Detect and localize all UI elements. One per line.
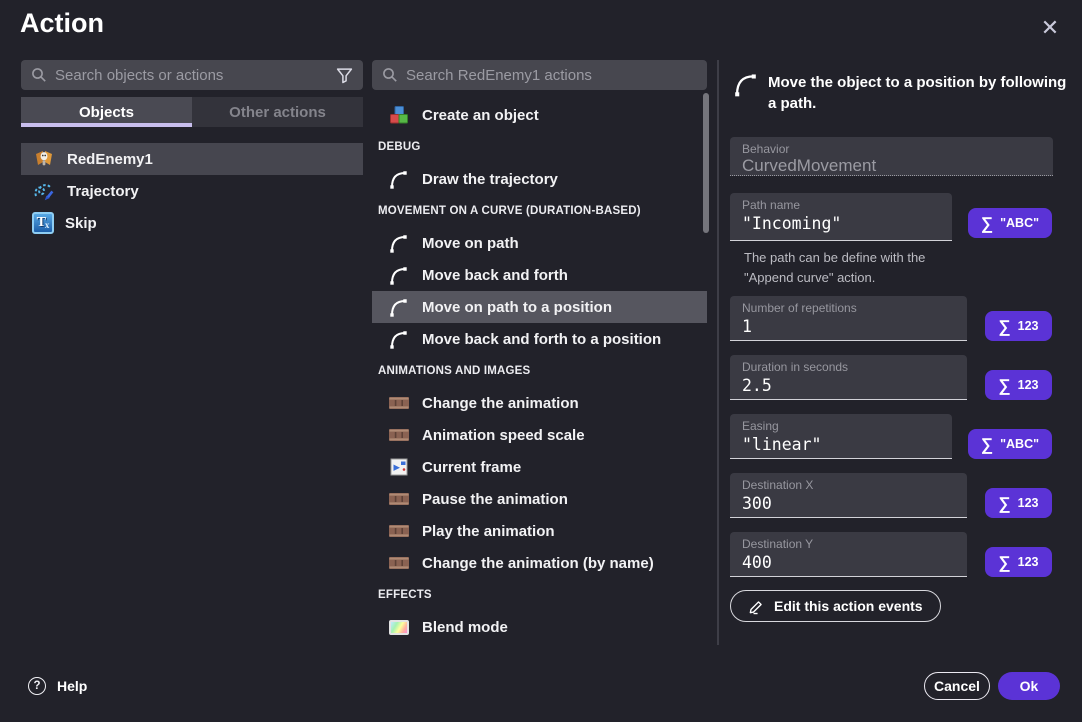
frame-icon: [388, 456, 410, 478]
search-icon: [382, 67, 398, 83]
red-enemy-icon: [32, 147, 56, 171]
filter-icon[interactable]: [336, 67, 353, 84]
edit-action-events-button[interactable]: Edit this action events: [730, 590, 941, 622]
sigma-icon: ∑: [999, 495, 1011, 512]
text-object-icon: Tx: [32, 212, 54, 234]
expression-editor-button-path-name[interactable]: ∑ "ABC": [968, 208, 1052, 238]
sigma-icon: ∑: [999, 554, 1011, 571]
repetitions-value[interactable]: 1: [742, 317, 955, 336]
actions-search-input[interactable]: [406, 67, 697, 84]
action-category-header: MOVEMENT ON A CURVE (DURATION-BASED): [372, 195, 707, 227]
curve-icon: [388, 232, 410, 254]
trajectory-icon: [32, 179, 56, 203]
action-item-current-frame[interactable]: Current frame: [372, 451, 707, 483]
path-name-value[interactable]: "Incoming": [742, 214, 940, 233]
action-detail-panel: Move the object to a position by followi…: [730, 60, 1053, 645]
action-list: Create an object DEBUG Draw the trajecto…: [372, 99, 707, 643]
object-label: RedEnemy1: [67, 151, 153, 168]
object-row-redenemy1[interactable]: RedEnemy1: [21, 143, 363, 175]
search-icon: [31, 67, 47, 83]
action-item-play-animation[interactable]: Play the animation: [372, 515, 707, 547]
curve-icon: [732, 70, 760, 98]
film-icon: [388, 520, 410, 542]
object-label: Trajectory: [67, 183, 139, 200]
sigma-icon: ∑: [981, 215, 993, 232]
film-icon: [388, 488, 410, 510]
object-list: RedEnemy1 Trajectory Tx Skip: [21, 143, 363, 239]
action-item-blend-mode[interactable]: Blend mode: [372, 611, 707, 643]
action-list-scrollbar[interactable]: [703, 93, 709, 233]
actions-search-box: [372, 60, 707, 90]
action-category-header: ANIMATIONS AND IMAGES: [372, 355, 707, 387]
action-item-pause-animation[interactable]: Pause the animation: [372, 483, 707, 515]
expression-editor-button-easing[interactable]: ∑ "ABC": [968, 429, 1052, 459]
curve-icon: [388, 168, 410, 190]
panel-divider: [717, 60, 719, 645]
active-tab-underline: [21, 123, 192, 127]
behavior-field: Behavior CurvedMovement: [730, 137, 1053, 176]
objects-search-box: [21, 60, 363, 90]
action-item-change-animation-by-name[interactable]: Change the animation (by name): [372, 547, 707, 579]
action-category-header: EFFECTS: [372, 579, 707, 611]
close-icon[interactable]: ✕: [1036, 14, 1064, 42]
action-item-move-on-path-to-position[interactable]: Move on path to a position: [372, 291, 707, 323]
ok-button[interactable]: Ok: [998, 672, 1060, 700]
duration-field[interactable]: Duration in seconds 2.5: [730, 355, 967, 400]
sigma-icon: ∑: [981, 436, 993, 453]
action-item-move-back-and-forth-to-position[interactable]: Move back and forth to a position: [372, 323, 707, 355]
film-icon: [388, 392, 410, 414]
action-item-move-back-and-forth[interactable]: Move back and forth: [372, 259, 707, 291]
film-icon: [388, 552, 410, 574]
destination-y-field[interactable]: Destination Y 400: [730, 532, 967, 577]
page-title: Action: [20, 8, 104, 39]
action-category-header: DEBUG: [372, 131, 707, 163]
objects-search-input[interactable]: [55, 67, 328, 84]
behavior-value: CurvedMovement: [742, 156, 1041, 176]
destination-x-value[interactable]: 300: [742, 494, 955, 513]
curve-icon: [388, 296, 410, 318]
object-label: Skip: [65, 215, 97, 232]
action-item-move-on-path[interactable]: Move on path: [372, 227, 707, 259]
destination-y-value[interactable]: 400: [742, 553, 955, 572]
create-object-icon: [388, 104, 410, 126]
path-name-field[interactable]: Path name "Incoming": [730, 193, 952, 241]
tab-other-actions[interactable]: Other actions: [192, 97, 363, 127]
easing-field[interactable]: Easing "linear": [730, 414, 952, 459]
path-name-hint: The path can be define with the "Append …: [744, 248, 1044, 288]
film-icon: [388, 424, 410, 446]
action-item-create-object[interactable]: Create an object: [372, 99, 707, 131]
expression-editor-button-repetitions[interactable]: ∑ 123: [985, 311, 1052, 341]
action-item-animation-speed-scale[interactable]: Animation speed scale: [372, 419, 707, 451]
sigma-icon: ∑: [999, 318, 1011, 335]
object-row-trajectory[interactable]: Trajectory: [21, 175, 363, 207]
help-button[interactable]: ? Help: [28, 677, 87, 695]
cancel-button[interactable]: Cancel: [924, 672, 990, 700]
destination-x-field[interactable]: Destination X 300: [730, 473, 967, 518]
expression-editor-button-destination-x[interactable]: ∑ 123: [985, 488, 1052, 518]
duration-value[interactable]: 2.5: [742, 376, 955, 395]
blend-mode-icon: [389, 620, 409, 635]
easing-value[interactable]: "linear": [742, 435, 940, 454]
sigma-icon: ∑: [999, 377, 1011, 394]
action-item-draw-trajectory[interactable]: Draw the trajectory: [372, 163, 707, 195]
pencil-icon: [748, 598, 765, 615]
curve-icon: [388, 264, 410, 286]
expression-editor-button-duration[interactable]: ∑ 123: [985, 370, 1052, 400]
action-item-change-animation[interactable]: Change the animation: [372, 387, 707, 419]
help-icon: ?: [28, 677, 46, 695]
curve-icon: [388, 328, 410, 350]
repetitions-field[interactable]: Number of repetitions 1: [730, 296, 967, 341]
expression-editor-button-destination-y[interactable]: ∑ 123: [985, 547, 1052, 577]
object-row-skip[interactable]: Tx Skip: [21, 207, 363, 239]
action-description: Move the object to a position by followi…: [768, 72, 1068, 114]
